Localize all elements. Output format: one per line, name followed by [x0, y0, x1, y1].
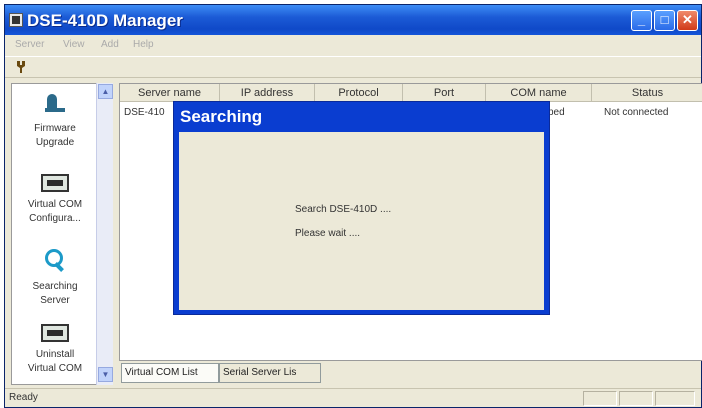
- sidebar-item-label: Server: [40, 295, 70, 306]
- minimize-button[interactable]: _: [631, 10, 652, 31]
- cell-server-name: DSE-410: [124, 107, 165, 118]
- sidebar-item-firmware-upgrade[interactable]: Firmware Upgrade: [12, 92, 98, 150]
- sidebar-item-label: Firmware: [34, 123, 76, 134]
- cell-com-name: ped: [548, 107, 565, 118]
- column-header-status[interactable]: Status: [592, 84, 702, 102]
- column-header-com-name[interactable]: COM name: [486, 84, 592, 102]
- sidebar-item-uninstall-com[interactable]: Uninstall Virtual COM: [12, 324, 98, 376]
- search-icon: [43, 248, 67, 274]
- column-header-ip-address[interactable]: IP address: [220, 84, 315, 102]
- sidebar-item-virtual-com[interactable]: Virtual COM Configura...: [12, 174, 98, 226]
- title-bar[interactable]: DSE-410D Manager _ □ ✕: [5, 5, 701, 35]
- sidebar-scrollbar[interactable]: ▲ ▼: [96, 83, 113, 385]
- sidebar: Firmware Upgrade Virtual COM Configura..…: [11, 83, 97, 385]
- column-header-server-name[interactable]: Server name: [120, 84, 220, 102]
- menu-bar: Server View Add Help: [5, 36, 701, 54]
- toolbar: [5, 56, 701, 78]
- searching-dialog: Searching Search DSE-410D .... Please wa…: [173, 101, 550, 315]
- close-button[interactable]: ✕: [677, 10, 698, 31]
- scroll-up-arrow-icon[interactable]: ▲: [98, 84, 113, 99]
- sidebar-item-label: Upgrade: [35, 137, 75, 148]
- status-panel: [583, 391, 617, 406]
- please-wait-text: Please wait ....: [295, 228, 361, 239]
- menu-view[interactable]: View: [63, 39, 85, 50]
- sidebar-item-label: Configura...: [29, 213, 81, 224]
- sidebar-item-label: Searching: [32, 281, 78, 292]
- tab-virtual-com-list[interactable]: Virtual COM List: [121, 363, 219, 383]
- sidebar-item-label: Uninstall: [35, 349, 75, 360]
- column-header-protocol[interactable]: Protocol: [315, 84, 403, 102]
- status-text: Ready: [9, 392, 38, 403]
- status-panel: [655, 391, 695, 406]
- wrench-icon[interactable]: [13, 60, 29, 76]
- status-bar: Ready: [5, 388, 701, 407]
- app-window: DSE-410D Manager _ □ ✕ Server View Add H…: [4, 4, 702, 408]
- menu-help[interactable]: Help: [133, 39, 154, 50]
- dialog-title: Searching: [180, 107, 263, 126]
- status-panel: [619, 391, 653, 406]
- menu-server[interactable]: Server: [15, 39, 44, 50]
- window-title: DSE-410D Manager: [27, 11, 183, 30]
- column-header-port[interactable]: Port: [403, 84, 486, 102]
- scroll-down-arrow-icon[interactable]: ▼: [98, 367, 113, 382]
- app-icon: [9, 13, 23, 27]
- firmware-upgrade-icon: [41, 92, 69, 116]
- sidebar-item-label: Virtual COM: [27, 199, 83, 210]
- maximize-button[interactable]: □: [654, 10, 675, 31]
- tab-serial-server-list[interactable]: Serial Server Lis: [219, 363, 321, 383]
- sidebar-item-searching-server[interactable]: Searching Server: [12, 248, 98, 308]
- cell-status: Not connected: [604, 107, 669, 118]
- uninstall-com-icon: [41, 324, 69, 342]
- dialog-body: Search DSE-410D .... Please wait ....: [179, 132, 544, 310]
- menu-add[interactable]: Add: [101, 39, 119, 50]
- search-status-text: Search DSE-410D ....: [295, 204, 392, 215]
- sidebar-item-label: Virtual COM: [27, 363, 83, 374]
- virtual-com-icon: [41, 174, 69, 192]
